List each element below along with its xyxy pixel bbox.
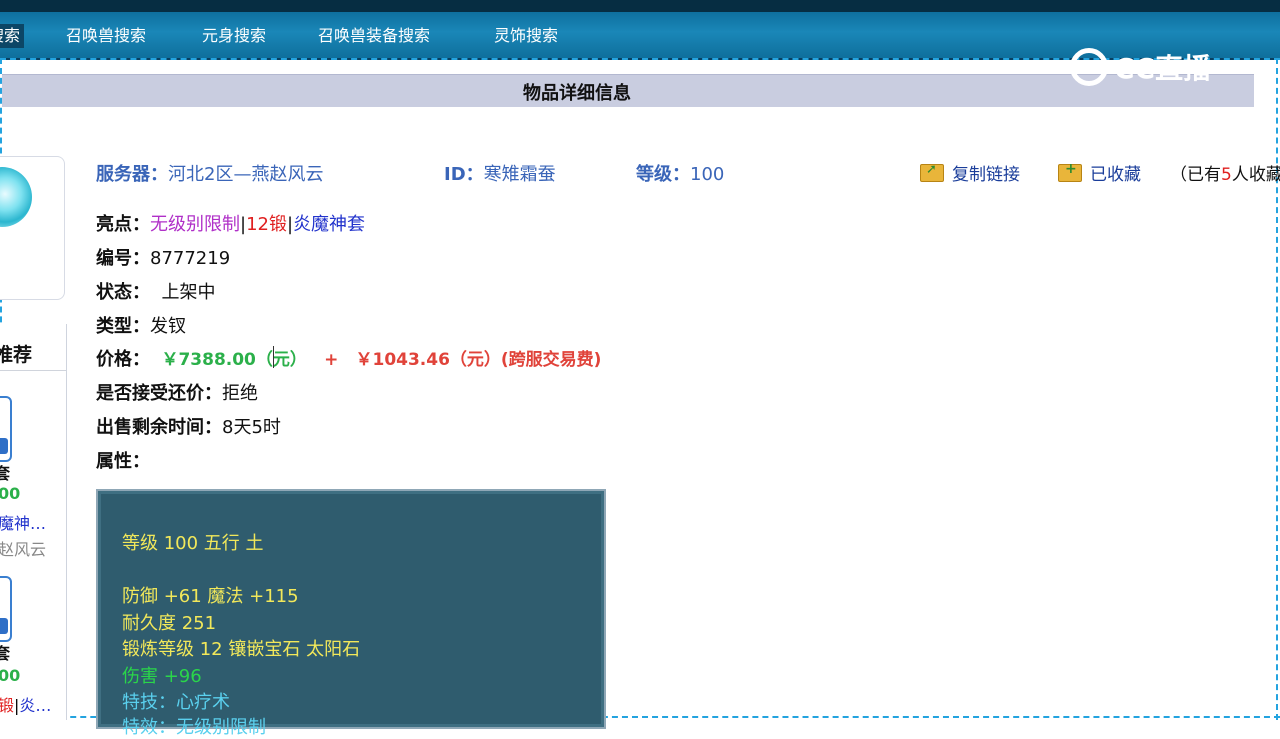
nav-tab-pet-search[interactable]: 召唤兽搜索 <box>66 24 146 48</box>
remaining-time-value: 8天5时 <box>222 417 281 438</box>
fav-count-number: 5 <box>1221 165 1232 185</box>
selection-border-right <box>1276 58 1278 720</box>
price-plus: + <box>324 350 339 370</box>
highlights-label: 亮点： <box>96 214 150 235</box>
folder-share-icon <box>920 162 944 182</box>
recommend-item-1-server: 赵风云 <box>0 540 47 559</box>
status-value: 上架中 <box>161 282 216 303</box>
highlights-row: 亮点：无级别限制|12锻|炎魔神套 <box>96 210 365 236</box>
server-info: 服务器：河北2区—燕赵风云 <box>96 160 323 186</box>
recommend-item-2-desc-set: 炎… <box>19 696 52 715</box>
id-label: ID： <box>444 164 484 185</box>
type-value: 发钗 <box>150 316 186 337</box>
nav-tab-pet-equip-search[interactable]: 召唤兽装备搜索 <box>318 24 430 48</box>
copy-link-label: 复制链接 <box>952 165 1020 185</box>
recommend-item-2-desc: 锻|炎… <box>0 692 51 716</box>
item-detail-title-bar: 物品详细信息 <box>2 74 1254 107</box>
fav-count-prefix: （已有 <box>1170 165 1221 185</box>
recommend-sidebar: 推荐 套 00 魔神… 赵风云 套 00 锻|炎… <box>0 324 67 720</box>
counter-offer-value: 拒绝 <box>222 383 258 404</box>
price-value: ￥7388.00（元） <box>161 350 307 370</box>
id-value: 寒雉霜蚕 <box>483 164 556 185</box>
highlight-forge: 12锻 <box>246 214 287 235</box>
cc-live-watermark: CC直播 <box>1070 44 1240 94</box>
attributes-label: 属性： <box>96 451 150 472</box>
server-label: 服务器： <box>96 164 168 185</box>
favorite-button[interactable]: 已收藏 <box>1058 160 1141 185</box>
favorite-count: （已有5人收藏 <box>1170 160 1280 185</box>
favorite-label: 已收藏 <box>1090 165 1141 185</box>
highlight-set: 炎魔神套 <box>293 214 366 235</box>
copy-link-button[interactable]: 复制链接 <box>920 160 1020 185</box>
nav-tab-avatar-search[interactable]: 元身搜索 <box>202 24 266 48</box>
remaining-time-row: 出售剩余时间：8天5时 <box>96 413 281 439</box>
fav-count-suffix: 人收藏 <box>1231 165 1280 185</box>
attributes-panel: 等级 100 五行 土 防御 +61 魔法 +115 耐久度 251 锻炼等级 … <box>96 489 606 738</box>
number-row: 编号：8777219 <box>96 244 230 270</box>
item-image-icon <box>0 167 32 227</box>
watermark-text: CC直播 <box>1114 52 1212 85</box>
price-row: 价格： ￥7388.00（元） + ￥1043.46（元）(跨服交易费) <box>96 345 601 371</box>
server-value: 河北2区—燕赵风云 <box>168 164 324 185</box>
number-label: 编号： <box>96 248 150 269</box>
recommend-item-2-price: 00 <box>0 666 21 685</box>
type-label: 类型： <box>96 316 150 337</box>
attributes-row: 属性： <box>96 447 150 473</box>
level-label: 等级： <box>636 164 690 185</box>
level-value: 100 <box>690 164 725 185</box>
counter-offer-row: 是否接受还价：拒绝 <box>96 379 258 405</box>
level-info: 等级：100 <box>636 160 724 186</box>
attr-level-element: 等级 100 五行 土 <box>122 533 264 554</box>
number-value: 8777219 <box>150 248 231 269</box>
attr-special-effect: 特效：无级别限制 <box>122 717 266 738</box>
folder-add-icon <box>1058 161 1082 182</box>
item-avatar-box <box>0 156 65 300</box>
recommend-divider <box>0 370 66 371</box>
recommend-item-1-desc: 魔神… <box>0 514 47 533</box>
top-dark-strip <box>0 0 1280 12</box>
remaining-time-label: 出售剩余时间： <box>96 417 222 438</box>
nav-tab-search[interactable]: 搜索 <box>0 24 25 48</box>
price-label: 价格： <box>96 349 150 370</box>
attr-defense-magic: 防御 +61 魔法 +115 <box>122 586 299 607</box>
recommend-item-1-price: 00 <box>0 484 21 503</box>
cc-logo-icon <box>1070 48 1108 86</box>
status-row: 状态： 上架中 <box>96 278 215 304</box>
counter-offer-label: 是否接受还价： <box>96 383 222 404</box>
nav-tab-jewelry-search[interactable]: 灵饰搜索 <box>494 24 558 48</box>
recommend-item-1-icon[interactable] <box>0 396 12 462</box>
recommend-item-2-desc-forge: 锻 <box>0 696 15 715</box>
id-info: ID：寒雉霜蚕 <box>444 160 556 186</box>
attr-forge-gem: 锻炼等级 12 镶嵌宝石 太阳石 <box>122 639 361 660</box>
cross-server-fee: ￥1043.46（元）(跨服交易费) <box>355 350 602 370</box>
attr-special-skill: 特技：心疗术 <box>122 692 230 713</box>
page-title: 物品详细信息 <box>523 83 631 104</box>
type-row: 类型：发钗 <box>96 312 186 338</box>
attr-durability: 耐久度 251 <box>122 613 217 634</box>
recommend-title: 推荐 <box>0 344 33 366</box>
attr-damage: 伤害 +96 <box>122 666 202 687</box>
highlight-no-level-limit: 无级别限制 <box>150 214 240 235</box>
recommend-item-1-name[interactable]: 套 <box>0 460 10 484</box>
text-cursor-icon <box>273 346 282 368</box>
recommend-item-2-name[interactable]: 套 <box>0 640 10 664</box>
recommend-item-2-icon[interactable] <box>0 576 12 642</box>
status-label: 状态： <box>96 282 150 303</box>
